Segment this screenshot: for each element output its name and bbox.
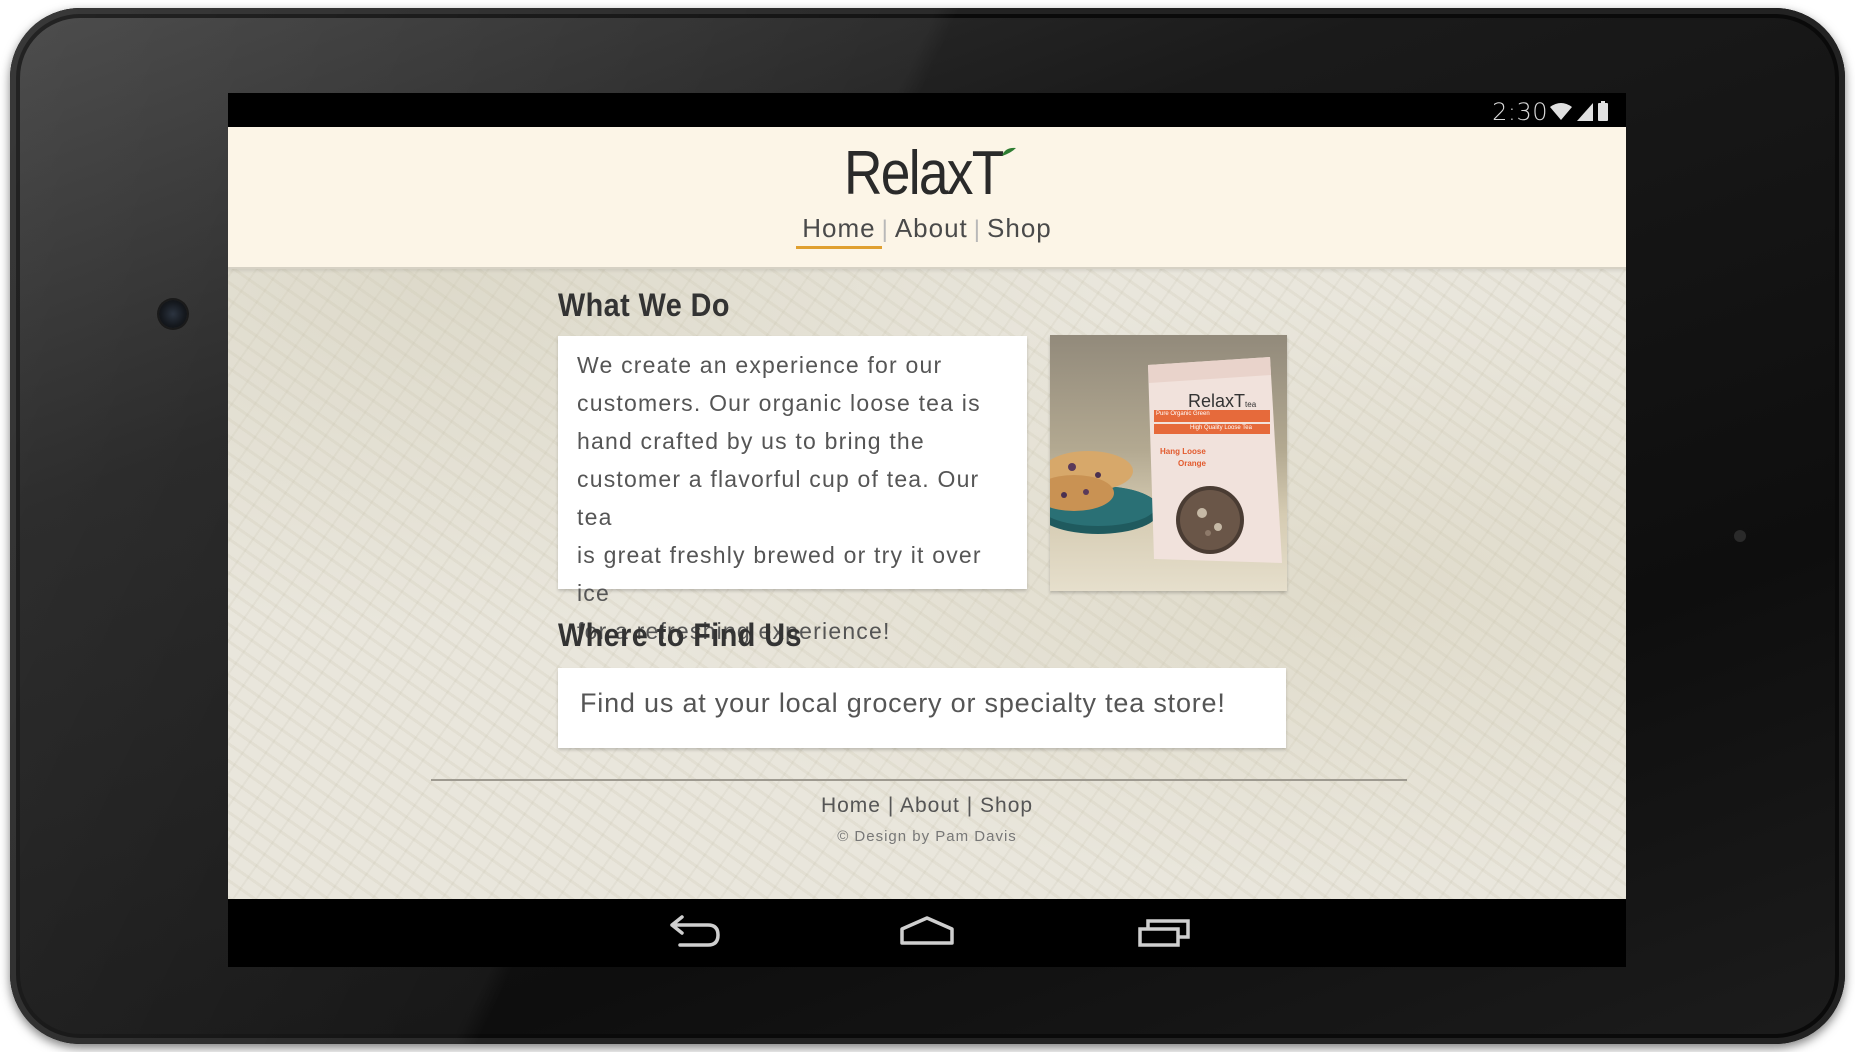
package-flavor-1: Hang Loose <box>1160 447 1206 456</box>
package-line-2: High Quality Loose Tea <box>1190 425 1252 431</box>
footer-link-home[interactable]: Home <box>821 794 881 817</box>
text-line: is great freshly brewed or try it over i… <box>577 542 982 606</box>
recents-icon[interactable] <box>1138 917 1192 949</box>
nav-home[interactable]: Home <box>796 213 882 249</box>
copyright-text: © Design by Pam Davis <box>837 828 1017 845</box>
tea-product-photo: RelaxTtea Pure Organic Green High Qualit… <box>1050 335 1287 591</box>
battery-icon <box>1598 101 1608 121</box>
footer-separator: | <box>966 794 974 817</box>
what-we-do-text: We create an experience for our customer… <box>577 346 1017 650</box>
system-nav-bar <box>228 899 1626 967</box>
footer-link-shop[interactable]: Shop <box>980 794 1033 817</box>
tea-photo-illustration <box>1050 357 1282 563</box>
proximity-sensor <box>1734 530 1746 542</box>
text-line: hand crafted by us to bring the <box>577 428 925 454</box>
signal-icon <box>1577 103 1593 121</box>
home-icon[interactable] <box>899 915 955 947</box>
footer-nav: Home | About | Shop <box>228 794 1626 818</box>
section-heading-what-we-do: What We Do <box>558 287 730 323</box>
footer-divider <box>431 779 1407 781</box>
footer-separator: | <box>887 794 895 817</box>
brand-logo[interactable]: RelaxT <box>844 139 1004 209</box>
main-nav: Home | About | Shop <box>228 213 1626 249</box>
site-header: RelaxT Home | About | Shop <box>228 127 1626 269</box>
front-camera <box>159 300 187 328</box>
package-flavor-2: Orange <box>1178 459 1207 468</box>
footer-link-about[interactable]: About <box>900 794 960 817</box>
status-bar: 2:30 <box>228 93 1626 127</box>
web-page: RelaxT Home | About | Shop What We Do We cre… <box>228 127 1626 899</box>
text-line: customer a flavorful cup of tea. Our tea <box>577 466 980 530</box>
where-to-find-card: Find us at your local grocery or special… <box>558 668 1286 748</box>
nav-separator: | <box>881 216 889 243</box>
leaf-icon <box>1002 147 1016 156</box>
nav-shop[interactable]: Shop <box>981 213 1058 244</box>
what-we-do-card: We create an experience for our customer… <box>558 336 1027 644</box>
where-to-find-text: Find us at your local grocery or special… <box>580 688 1226 718</box>
package-brand: RelaxTtea <box>1188 391 1257 411</box>
text-line: customers. Our organic loose tea is <box>577 390 981 416</box>
back-icon[interactable] <box>668 913 722 949</box>
nav-about[interactable]: About <box>889 213 974 244</box>
nav-separator: | <box>973 216 982 243</box>
status-icons <box>1550 101 1608 121</box>
screen: 2:30 RelaxT Home | About | Shop What We … <box>228 93 1626 967</box>
section-heading-where-to-find: Where to Find Us <box>558 617 802 653</box>
status-time: 2:30 <box>1492 98 1548 126</box>
text-line: We create an experience for our <box>577 352 943 378</box>
wifi-icon <box>1550 103 1572 120</box>
package-line-1: Pure Organic Green <box>1156 411 1210 417</box>
